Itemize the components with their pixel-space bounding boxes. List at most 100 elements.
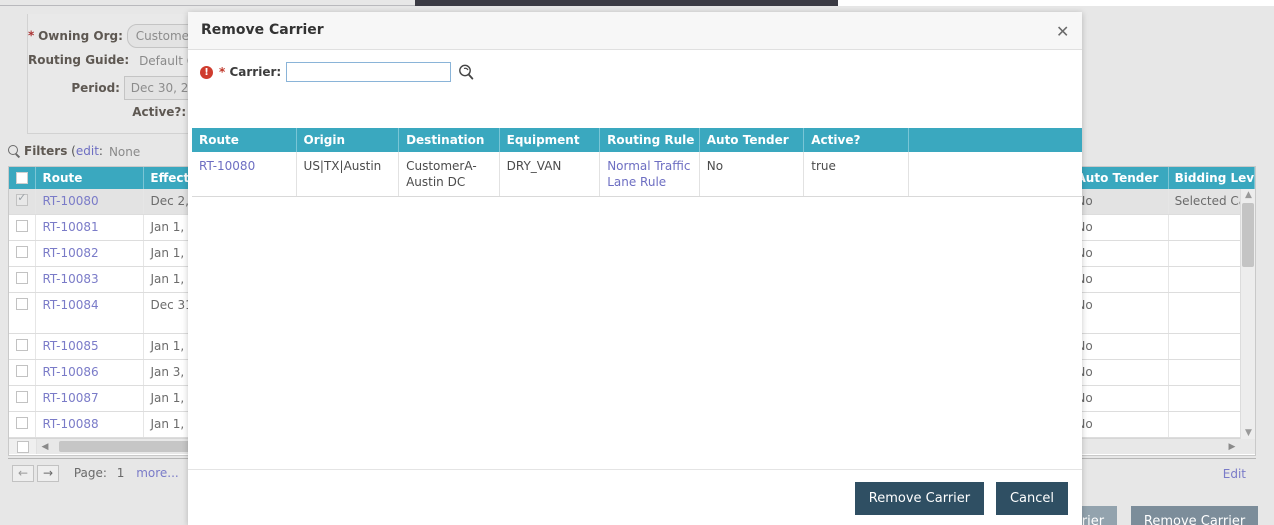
filters-bar: Filters (edit: None — [8, 144, 140, 159]
row-checkbox[interactable] — [16, 246, 29, 258]
column-header-origin[interactable]: Origin — [297, 128, 400, 152]
column-header-spacer — [909, 128, 1082, 152]
cell-route[interactable]: RT-10080 — [199, 159, 255, 173]
owning-org-row: * Owning Org: CustomerA — [28, 24, 212, 48]
cell-auto-tender: No — [1070, 386, 1169, 411]
search-icon — [8, 145, 20, 157]
edit-link[interactable]: Edit — [1223, 467, 1246, 481]
column-header-equipment[interactable]: Equipment — [500, 128, 601, 152]
column-header-destination[interactable]: Destination — [399, 128, 500, 152]
lookup-search-icon[interactable] — [457, 63, 475, 81]
row-checkbox[interactable] — [16, 272, 29, 284]
cell-route[interactable]: RT-10088 — [42, 417, 98, 431]
cell-route[interactable]: RT-10087 — [42, 391, 98, 405]
page-number: 1 — [116, 466, 125, 480]
carrier-label-text: Carrier: — [229, 65, 282, 79]
filters-edit-link[interactable]: edit — [76, 144, 99, 158]
carrier-routes-table: Route Origin Destination Equipment Routi… — [192, 128, 1082, 197]
row-select-cell[interactable] — [9, 360, 37, 385]
column-header-bidding-level[interactable]: Bidding Level — [1169, 167, 1255, 189]
carrier-routes-table-header: Route Origin Destination Equipment Routi… — [192, 128, 1082, 152]
cell-route[interactable]: RT-10083 — [42, 272, 98, 286]
cell-auto-tender: No — [1070, 360, 1169, 385]
filters-label: Filters — [24, 144, 68, 158]
vscroll-up-arrow-icon[interactable]: ▲ — [1243, 190, 1254, 200]
modal-cancel-button[interactable]: Cancel — [995, 482, 1068, 515]
cell-route[interactable]: RT-10086 — [42, 365, 98, 379]
cell-auto-tender: No — [1070, 241, 1169, 266]
vscroll-thumb[interactable] — [1242, 203, 1254, 267]
filters-separator: : — [98, 144, 103, 158]
prev-page-button[interactable]: ← — [12, 465, 34, 482]
screen-root: * Owning Org: CustomerA Routing Guide: D… — [0, 0, 1274, 525]
row-select-cell[interactable] — [9, 412, 37, 437]
cell-origin: US|TX|Austin — [297, 152, 400, 196]
routing-guide-row: Routing Guide: Default Guide — [28, 50, 222, 70]
remove-carrier-modal: Remove Carrier ✕ ! * Carrier: Route Orig… — [188, 12, 1082, 525]
carrier-required-marker: * — [219, 65, 226, 79]
column-header-auto-tender[interactable]: Auto Tender — [1071, 167, 1169, 189]
cell-route[interactable]: RT-10082 — [42, 246, 98, 260]
period-row: Period: Dec 30, 20 — [28, 76, 203, 100]
cell-auto-tender: No — [1070, 412, 1169, 437]
column-header-active[interactable]: Active? — [804, 128, 909, 152]
cell-routing-rule[interactable]: Normal Traffic Lane Rule — [607, 159, 690, 189]
cell-route[interactable]: RT-10085 — [42, 339, 98, 353]
row-select-cell[interactable] — [9, 334, 37, 359]
modal-remove-carrier-button[interactable]: Remove Carrier — [854, 482, 985, 515]
column-header-route[interactable]: Route — [192, 128, 297, 152]
row-select-cell[interactable] — [9, 267, 37, 292]
cell-route[interactable]: RT-10081 — [42, 220, 98, 234]
period-label: Period: — [71, 80, 120, 95]
row-select-cell[interactable] — [9, 241, 37, 266]
select-all-checkbox[interactable] — [16, 172, 29, 184]
close-icon[interactable]: ✕ — [1050, 20, 1072, 42]
cell-destination: CustomerA-Austin DC — [399, 152, 500, 196]
modal-header: Remove Carrier ✕ — [188, 12, 1082, 50]
owning-org-required-marker: * — [28, 28, 35, 43]
row-checkbox[interactable] — [16, 191, 29, 206]
filters-value: None — [108, 144, 141, 159]
owning-org-label: Owning Org: — [38, 28, 123, 43]
row-checkbox[interactable] — [16, 417, 29, 429]
row-checkbox[interactable] — [16, 298, 29, 310]
hscroll-left-arrow-icon[interactable]: ◀ — [37, 439, 53, 455]
row-checkbox[interactable] — [16, 440, 29, 453]
table-row[interactable]: RT-10080 US|TX|Austin CustomerA-Austin D… — [192, 152, 1082, 197]
cell-auto-tender: No — [1070, 334, 1169, 359]
active-label: Active?: — [132, 105, 187, 119]
row-select-cell[interactable] — [9, 215, 37, 240]
row-checkbox[interactable] — [16, 339, 29, 351]
modal-body: ! * Carrier: Route Origin Destination Eq — [188, 50, 1082, 469]
vscroll-down-arrow-icon[interactable]: ▼ — [1243, 428, 1254, 438]
hscroll-right-arrow-icon[interactable]: ▶ — [1224, 439, 1240, 455]
column-header-route[interactable]: Route — [36, 167, 145, 189]
row-checkbox[interactable] — [16, 220, 29, 232]
grid-vertical-scrollbar[interactable]: ▲ ▼ — [1240, 189, 1255, 439]
cell-equipment: DRY_VAN — [500, 152, 601, 196]
next-page-button[interactable]: → — [37, 465, 59, 482]
carrier-input[interactable] — [286, 62, 452, 82]
cell-auto-tender: No — [1070, 293, 1169, 333]
select-all-header-cell[interactable] — [9, 167, 37, 189]
carrier-field-row: ! * Carrier: — [200, 60, 475, 84]
column-header-auto-tender[interactable]: Auto Tender — [700, 128, 805, 152]
row-checkbox[interactable] — [16, 365, 29, 377]
cell-route[interactable]: RT-10080 — [42, 194, 98, 208]
cell-spacer — [909, 152, 1082, 196]
row-select-cell[interactable] — [9, 386, 37, 411]
modal-footer: Remove Carrier Cancel — [188, 469, 1082, 525]
row-select-cell[interactable] — [9, 293, 37, 333]
active-row: Active?: — [28, 102, 203, 124]
cell-route[interactable]: RT-10084 — [42, 298, 98, 312]
column-header-routing-rule[interactable]: Routing Rule — [600, 128, 700, 152]
carrier-field-label: * Carrier: — [219, 65, 281, 79]
remove-carrier-button[interactable]: Remove Carrier — [1130, 506, 1259, 525]
more-pages-link[interactable]: more... — [136, 466, 179, 480]
cell-auto-tender: No — [700, 152, 805, 196]
row-checkbox[interactable] — [16, 391, 29, 403]
page-label: Page: — [73, 466, 107, 480]
cell-active: true — [804, 152, 909, 196]
modal-footer-buttons: Remove Carrier Cancel — [847, 482, 1068, 515]
row-select-cell[interactable] — [9, 189, 37, 214]
